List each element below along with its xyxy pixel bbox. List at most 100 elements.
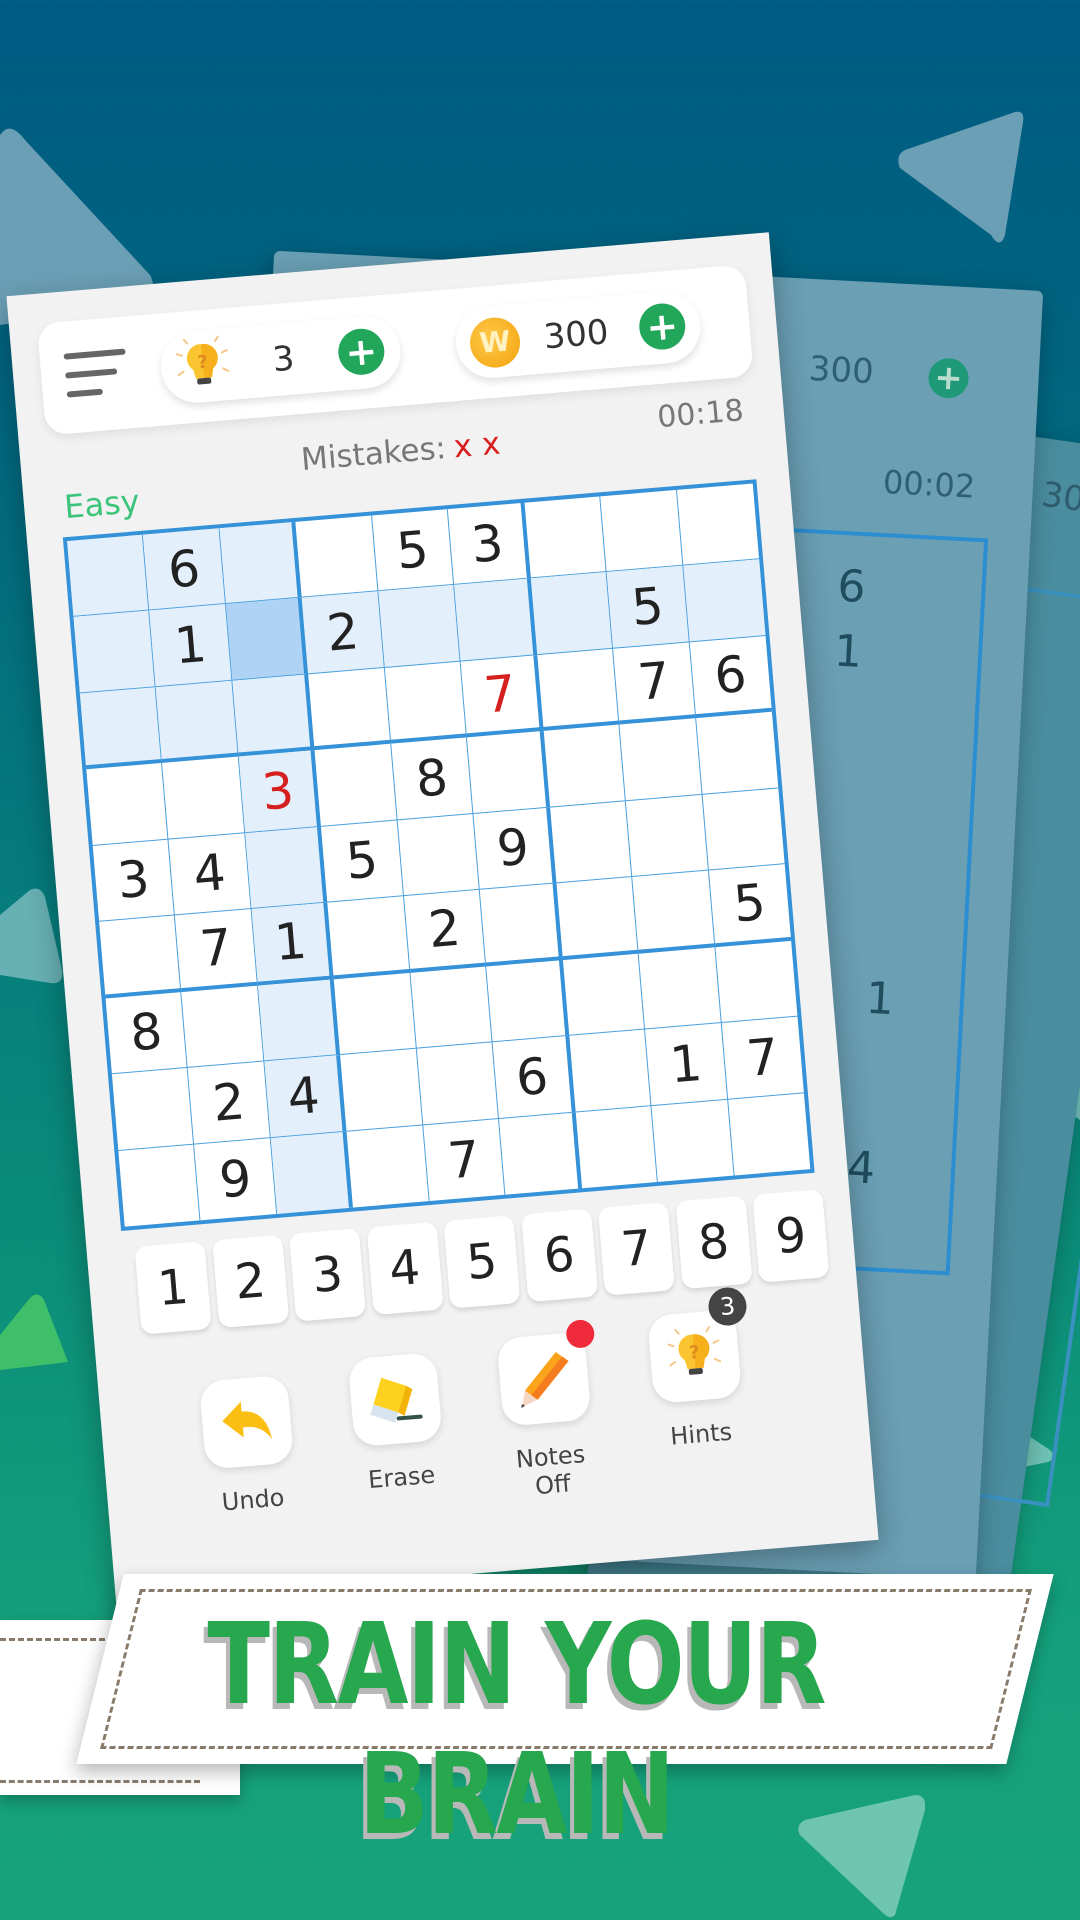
number-key-6[interactable]: 6: [520, 1208, 598, 1303]
sudoku-cell[interactable]: [73, 610, 157, 694]
sudoku-cell[interactable]: 6: [143, 528, 226, 611]
sudoku-cell[interactable]: [384, 661, 468, 745]
sudoku-cell[interactable]: [556, 877, 639, 960]
add-coins-button[interactable]: +: [637, 301, 688, 352]
add-hints-button[interactable]: +: [336, 326, 387, 377]
sudoku-cell[interactable]: 8: [105, 991, 189, 1075]
sudoku-cell[interactable]: [295, 515, 379, 599]
sudoku-cell[interactable]: [638, 946, 722, 1030]
sudoku-cell[interactable]: 1: [645, 1023, 728, 1106]
sudoku-cell[interactable]: [334, 972, 417, 1056]
sudoku-cell[interactable]: [682, 559, 766, 643]
sudoku-cell[interactable]: [308, 667, 392, 751]
sudoku-cell[interactable]: [499, 1112, 582, 1195]
sudoku-cell[interactable]: 3: [92, 839, 176, 922]
number-key-4[interactable]: 4: [366, 1221, 444, 1316]
sudoku-cell[interactable]: 2: [403, 889, 487, 973]
sudoku-cell[interactable]: [162, 756, 246, 840]
sudoku-cell[interactable]: [676, 483, 760, 567]
sudoku-cell[interactable]: [467, 731, 550, 814]
sudoku-cell[interactable]: [600, 489, 683, 573]
sudoku-cell[interactable]: 7: [423, 1118, 506, 1202]
sudoku-cell[interactable]: [67, 534, 150, 618]
sudoku-cell[interactable]: 2: [188, 1061, 271, 1145]
sudoku-cell[interactable]: [225, 598, 309, 681]
sudoku-cell[interactable]: [118, 1144, 201, 1227]
sudoku-cell[interactable]: 9: [473, 807, 557, 890]
sudoku-cell[interactable]: [340, 1048, 424, 1132]
sudoku-cell[interactable]: [632, 870, 715, 954]
sudoku-cell[interactable]: [245, 826, 328, 910]
sudoku-cell[interactable]: 7: [175, 909, 258, 992]
undo-button[interactable]: Undo: [188, 1374, 309, 1519]
sudoku-cell[interactable]: [181, 985, 265, 1068]
sudoku-cell[interactable]: [314, 744, 398, 827]
sudoku-cell[interactable]: [728, 1093, 811, 1176]
sudoku-cell[interactable]: [530, 572, 614, 656]
sudoku-cell[interactable]: 9: [194, 1137, 278, 1221]
sudoku-cell[interactable]: 5: [606, 566, 690, 649]
sudoku-cell[interactable]: 1: [251, 902, 335, 986]
sudoku-cell[interactable]: 5: [321, 820, 404, 903]
sudoku-cell[interactable]: [410, 966, 493, 1049]
sudoku-cell[interactable]: 3: [448, 502, 531, 586]
sudoku-cell[interactable]: [327, 896, 411, 979]
sudoku-cell[interactable]: [486, 959, 569, 1043]
number-key-3[interactable]: 3: [288, 1228, 367, 1322]
sudoku-cell[interactable]: [156, 680, 239, 764]
notes-toggle-button[interactable]: Notes Off: [485, 1318, 608, 1504]
sudoku-cell[interactable]: [79, 687, 163, 770]
sudoku-cell[interactable]: [346, 1124, 430, 1208]
sudoku-cell[interactable]: [270, 1131, 354, 1214]
sudoku-cell[interactable]: 4: [264, 1055, 347, 1138]
sudoku-cell[interactable]: [714, 940, 798, 1024]
sudoku-cell[interactable]: 4: [168, 832, 252, 916]
sudoku-cell[interactable]: 6: [689, 635, 772, 719]
sudoku-cell[interactable]: 3: [238, 750, 322, 833]
sudoku-cell[interactable]: [651, 1099, 735, 1182]
sudoku-cell[interactable]: [99, 915, 182, 999]
sudoku-cell[interactable]: 7: [613, 642, 696, 725]
sudoku-cell[interactable]: [86, 763, 169, 846]
sudoku-cell[interactable]: [232, 674, 315, 757]
sudoku-cell[interactable]: [397, 813, 481, 897]
pencil-icon: [521, 1352, 569, 1409]
number-key-1[interactable]: 1: [134, 1241, 212, 1335]
back-card-coins: 300: [1039, 474, 1080, 524]
sudoku-cell[interactable]: [257, 978, 341, 1062]
sudoku-cell[interactable]: [219, 521, 303, 605]
sudoku-cell[interactable]: 5: [371, 509, 455, 592]
sudoku-cell[interactable]: 8: [391, 737, 474, 821]
sudoku-cell[interactable]: [536, 648, 620, 732]
mistakes-marks: x x: [452, 425, 502, 466]
sudoku-cell[interactable]: [619, 718, 703, 802]
sudoku-cell[interactable]: 7: [721, 1016, 804, 1100]
number-key-5[interactable]: 5: [443, 1215, 521, 1309]
sudoku-cell[interactable]: [695, 712, 779, 795]
sudoku-cell[interactable]: [562, 953, 646, 1036]
sudoku-cell[interactable]: 2: [302, 591, 385, 675]
sudoku-cell[interactable]: [568, 1029, 652, 1113]
sudoku-cell[interactable]: [480, 883, 563, 967]
number-key-8[interactable]: 8: [675, 1195, 753, 1290]
hints-button[interactable]: ? 3 Hints: [636, 1285, 757, 1453]
sudoku-cell[interactable]: [549, 801, 633, 884]
number-key-9[interactable]: 9: [752, 1189, 830, 1283]
sudoku-cell[interactable]: [625, 794, 709, 878]
sudoku-cell[interactable]: [524, 496, 607, 579]
number-key-2[interactable]: 2: [211, 1234, 289, 1329]
sudoku-cell[interactable]: 6: [492, 1035, 576, 1119]
erase-button[interactable]: Erase: [337, 1351, 458, 1496]
sudoku-cell[interactable]: [575, 1105, 658, 1189]
menu-icon[interactable]: [63, 348, 131, 405]
sudoku-cell[interactable]: 7: [460, 655, 544, 738]
sudoku-cell[interactable]: 5: [708, 864, 792, 947]
sudoku-cell[interactable]: [702, 788, 785, 871]
sudoku-cell[interactable]: [454, 578, 537, 662]
sudoku-cell[interactable]: [543, 724, 626, 808]
sudoku-cell[interactable]: 1: [149, 604, 233, 688]
sudoku-cell[interactable]: [111, 1067, 195, 1151]
sudoku-cell[interactable]: [416, 1042, 500, 1125]
number-key-7[interactable]: 7: [597, 1202, 675, 1296]
sudoku-cell[interactable]: [378, 585, 461, 668]
